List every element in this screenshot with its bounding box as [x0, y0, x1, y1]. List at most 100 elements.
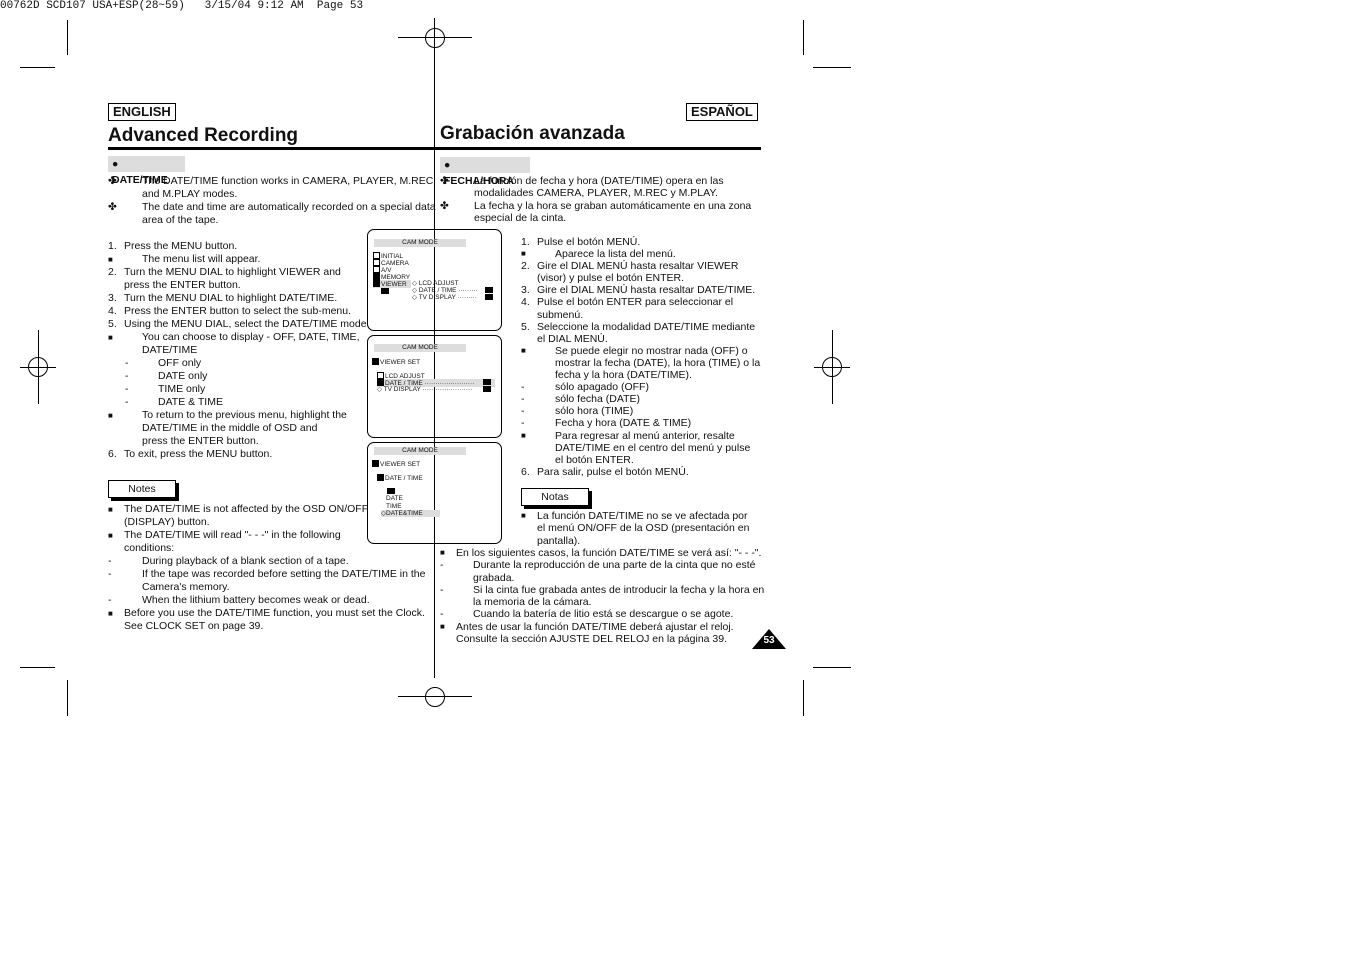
line-text: The menu list will appear. [142, 253, 261, 265]
list-marker: - [521, 417, 525, 430]
line-text: la memoria de la cámara. [473, 596, 592, 609]
list-marker: 3. [521, 284, 530, 297]
osd-option: TIME [386, 503, 402, 510]
list-marker: ✤ [440, 199, 449, 212]
list-marker: - [521, 393, 525, 406]
line-text: Para salir, pulse el botón MENÚ. [537, 465, 689, 478]
osd-value [387, 488, 395, 494]
list-marker: 4. [108, 305, 117, 317]
line-text: La función de fecha y hora (DATE/TIME) o… [474, 175, 724, 187]
osd-value [485, 287, 493, 293]
osd-subheader: DATE / TIME [377, 474, 423, 482]
line-text: Cuando la batería de litio está se desca… [473, 608, 734, 621]
line-text: grabada. [473, 571, 515, 584]
list-marker: - [125, 357, 129, 369]
line-text: area of the tape. [142, 214, 219, 226]
osd-subitem: ◇ LCD ADJUST [412, 280, 459, 287]
list-marker: ■ [108, 255, 113, 264]
line-text: Using the MENU DIAL, select the DATE/TIM… [124, 318, 370, 330]
page-title-english: Advanced Recording [108, 125, 299, 146]
line-text: DATE & TIME [158, 396, 223, 408]
list-marker: 1. [108, 240, 117, 252]
list-marker: 5. [108, 318, 117, 330]
list-marker: 6. [521, 465, 530, 478]
line-text: Before you use the DATE/TIME function, y… [124, 607, 425, 619]
line-text: The date and time are automatically reco… [142, 201, 436, 213]
list-marker: - [125, 383, 129, 395]
list-marker: ■ [521, 249, 526, 259]
language-label-english: ENGLISH [108, 103, 176, 121]
osd-item-selected: VIEWER [373, 280, 411, 288]
list-marker: ✤ [108, 201, 117, 213]
line-text: conditions: [124, 542, 175, 554]
line-text: Para regresar al menú anterior, resalte [555, 429, 735, 442]
osd-title: CAM MODE [374, 239, 466, 247]
osd-value [483, 386, 491, 392]
line-text: Camera's memory. [142, 581, 230, 593]
registration-mark [822, 357, 842, 377]
line-text: (DISPLAY) button. [124, 516, 210, 528]
line-text: The DATE/TIME will read "- - -" in the f… [124, 529, 341, 541]
list-marker: - [108, 594, 112, 606]
section-heading-espanol: ● FECHA/HORA [440, 157, 530, 187]
section-heading-english: ● DATE/TIME [108, 156, 185, 186]
osd-header: VIEWER SET [372, 358, 420, 366]
registration-mark [425, 687, 445, 707]
osd-item: ◇ TV DISPLAY ······················· [377, 386, 473, 393]
line-text: DATE only [158, 370, 208, 382]
list-marker: ■ [108, 333, 113, 342]
line-text: press the ENTER button. [142, 435, 259, 447]
list-marker: ■ [521, 430, 526, 440]
line-text: La fecha y la hora se graban automáticam… [474, 199, 752, 212]
page-number: 53 [763, 635, 775, 646]
line-text: (visor) y pulse el botón ENTER. [537, 272, 685, 285]
line-text: To return to the previous menu, highligh… [142, 409, 347, 421]
list-marker: ■ [440, 621, 445, 631]
line-text: sólo fecha (DATE) [555, 393, 640, 406]
notes-label-espanol: Notas [521, 488, 589, 506]
line-text: fecha y la hora (DATE/TIME). [555, 369, 692, 382]
list-marker: - [125, 370, 129, 382]
line-text: When the lithium battery becomes weak or… [142, 594, 370, 606]
crop-mark [803, 20, 804, 55]
list-marker: ■ [108, 531, 113, 540]
line-text: Si la cinta fue grabada antes de introdu… [473, 583, 765, 596]
osd-screen-3: CAM MODE VIEWER SET DATE / TIME DATE TIM… [367, 442, 502, 544]
language-label-espanol: ESPAÑOL [686, 103, 758, 121]
line-text: and M.PLAY modes. [142, 188, 238, 200]
line-text: DATE/TIME [142, 344, 198, 356]
line-text: La función DATE/TIME no se ve afectada p… [537, 510, 748, 522]
crop-mark [67, 20, 68, 55]
line-text: el botón ENTER. [555, 453, 634, 466]
line-text: En los siguientes casos, la función DATE… [456, 547, 762, 559]
line-text: el DIAL MENÚ. [537, 332, 608, 345]
list-marker: - [521, 381, 525, 394]
crop-mark [67, 680, 68, 716]
list-marker: ■ [521, 511, 526, 520]
line-text: Turn the MENU DIAL to highlight DATE/TIM… [124, 292, 338, 304]
osd-screen-2: CAM MODE VIEWER SET LCD ADJUST DATE / TI… [367, 335, 502, 438]
line-text: You can choose to display - OFF, DATE, T… [142, 331, 360, 343]
line-text: Antes de usar la función DATE/TIME deber… [456, 620, 734, 633]
list-marker: ■ [108, 505, 113, 514]
list-marker: 5. [521, 320, 530, 333]
print-header: 00762D SCD107 USA+ESP(28~59) 3/15/04 9:1… [0, 0, 364, 12]
line-text: el menú ON/OFF de la OSD (presentación e… [537, 522, 750, 535]
osd-header: VIEWER SET [372, 460, 420, 468]
osd-option-selected: ◇DATE&TIME [381, 510, 440, 517]
osd-subitem: ◇ TV DISPLAY ········· [412, 294, 477, 301]
line-text: Press the MENU button. [124, 240, 238, 252]
list-marker: - [125, 396, 129, 408]
list-marker: - [108, 555, 112, 567]
list-marker: 1. [521, 236, 530, 248]
title-rule [108, 147, 761, 150]
line-text: During playback of a blank section of a … [142, 555, 349, 567]
line-text: TIME only [158, 383, 206, 395]
list-marker: - [440, 583, 444, 596]
list-marker: 4. [521, 296, 530, 309]
line-text: Se puede elegir no mostrar nada (OFF) o [555, 344, 748, 357]
line-text: To exit, press the MENU button. [124, 448, 273, 460]
osd-screen-1: CAM MODE INITIAL CAMERA A/V MEMORY VIEWE… [367, 229, 502, 331]
osd-title: CAM MODE [374, 447, 466, 455]
list-marker: 3. [108, 292, 117, 304]
